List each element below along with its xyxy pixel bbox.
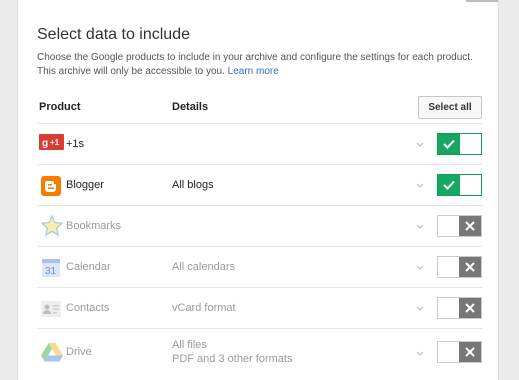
check-icon bbox=[443, 180, 455, 190]
close-icon bbox=[465, 221, 475, 231]
contacts-icon bbox=[41, 301, 61, 317]
chevron-down-icon[interactable] bbox=[415, 349, 425, 359]
product-name: Drive bbox=[66, 346, 92, 358]
blogger-icon bbox=[41, 176, 61, 196]
product-column-header: Product bbox=[39, 101, 81, 113]
toggle-knob bbox=[438, 134, 460, 154]
google-plus-one-icon: g +1 bbox=[39, 134, 64, 150]
chevron-down-icon[interactable] bbox=[415, 263, 425, 273]
product-row-plus-ones: g +1 +1s bbox=[37, 124, 482, 164]
chevron-down-icon[interactable] bbox=[415, 140, 425, 150]
product-name: Blogger bbox=[66, 179, 104, 191]
page-description: Choose the Google products to include in… bbox=[37, 51, 482, 79]
drive-icon bbox=[41, 343, 63, 362]
close-icon bbox=[465, 347, 475, 357]
toggle-knob bbox=[459, 298, 481, 318]
product-row-bookmarks: Bookmarks bbox=[37, 206, 482, 246]
product-row-calendar: 31 Calendar All calendars bbox=[37, 247, 482, 287]
chevron-down-icon[interactable] bbox=[415, 222, 425, 232]
check-icon bbox=[443, 139, 455, 149]
page-title: Select data to include bbox=[37, 26, 190, 43]
product-details: All calendars bbox=[172, 261, 235, 273]
product-details: All files PDF and 3 other formats bbox=[172, 338, 292, 366]
product-name: Contacts bbox=[66, 302, 110, 314]
chevron-down-icon[interactable] bbox=[415, 304, 425, 314]
details-line-2: PDF and 3 other formats bbox=[172, 353, 293, 365]
details-line-1: All files bbox=[172, 339, 207, 351]
toggle-knob bbox=[459, 342, 481, 362]
details-column-header: Details bbox=[172, 101, 209, 113]
top-divider-stub bbox=[466, 0, 498, 2]
product-details: vCard format bbox=[172, 302, 236, 314]
include-toggle[interactable] bbox=[437, 256, 482, 278]
include-toggle[interactable] bbox=[437, 174, 482, 196]
product-name: Bookmarks bbox=[66, 220, 122, 232]
close-icon bbox=[465, 262, 475, 272]
include-toggle[interactable] bbox=[437, 133, 482, 155]
calendar-icon: 31 bbox=[41, 258, 61, 278]
include-toggle[interactable] bbox=[437, 215, 482, 237]
product-row-blogger: Blogger All blogs bbox=[37, 165, 482, 205]
close-icon bbox=[465, 303, 475, 313]
product-details: All blogs bbox=[172, 179, 214, 191]
archive-settings-card: Select data to include Choose the Google… bbox=[17, 0, 499, 380]
toggle-knob bbox=[459, 257, 481, 277]
svg-text:+1: +1 bbox=[50, 138, 60, 147]
learn-more-link[interactable]: Learn more bbox=[228, 66, 279, 77]
svg-text:31: 31 bbox=[45, 266, 57, 277]
select-all-button[interactable]: Select all bbox=[418, 96, 482, 119]
toggle-knob bbox=[438, 175, 460, 195]
product-row-drive: Drive All files PDF and 3 other formats bbox=[37, 329, 482, 377]
bookmarks-star-icon bbox=[40, 214, 64, 237]
product-row-contacts: Contacts vCard format bbox=[37, 288, 482, 328]
product-name: +1s bbox=[66, 138, 85, 150]
include-toggle[interactable] bbox=[437, 297, 482, 319]
include-toggle[interactable] bbox=[437, 341, 482, 363]
svg-text:g: g bbox=[42, 138, 48, 149]
toggle-knob bbox=[459, 216, 481, 236]
product-name: Calendar bbox=[66, 261, 111, 273]
chevron-down-icon[interactable] bbox=[415, 181, 425, 191]
